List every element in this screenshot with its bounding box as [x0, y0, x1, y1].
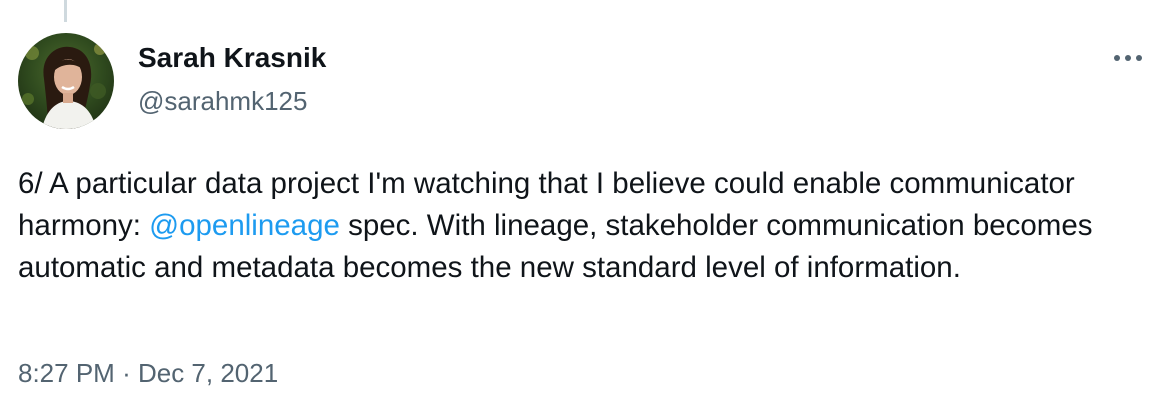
avatar[interactable]	[18, 33, 114, 129]
display-name[interactable]: Sarah Krasnik	[138, 40, 326, 76]
more-options-button[interactable]	[1111, 46, 1145, 70]
more-horizontal-icon	[1114, 55, 1142, 61]
tweet-time: 8:27 PM	[18, 358, 115, 388]
meta-separator: ·	[122, 358, 131, 388]
thread-connector-line	[64, 0, 67, 22]
tweet-date: Dec 7, 2021	[137, 358, 279, 388]
user-handle[interactable]: @sarahmk125	[138, 84, 307, 118]
tweet-card: Sarah Krasnik @sarahmk125 6/ A particula…	[0, 0, 1163, 402]
tweet-text: 6/ A particular data project I'm watchin…	[18, 163, 1138, 289]
tweet-timestamp[interactable]: 8:27 PM · Dec 7, 2021	[18, 356, 278, 390]
mention-link[interactable]: @openlineage	[149, 209, 340, 242]
profile-photo-icon	[18, 33, 114, 129]
